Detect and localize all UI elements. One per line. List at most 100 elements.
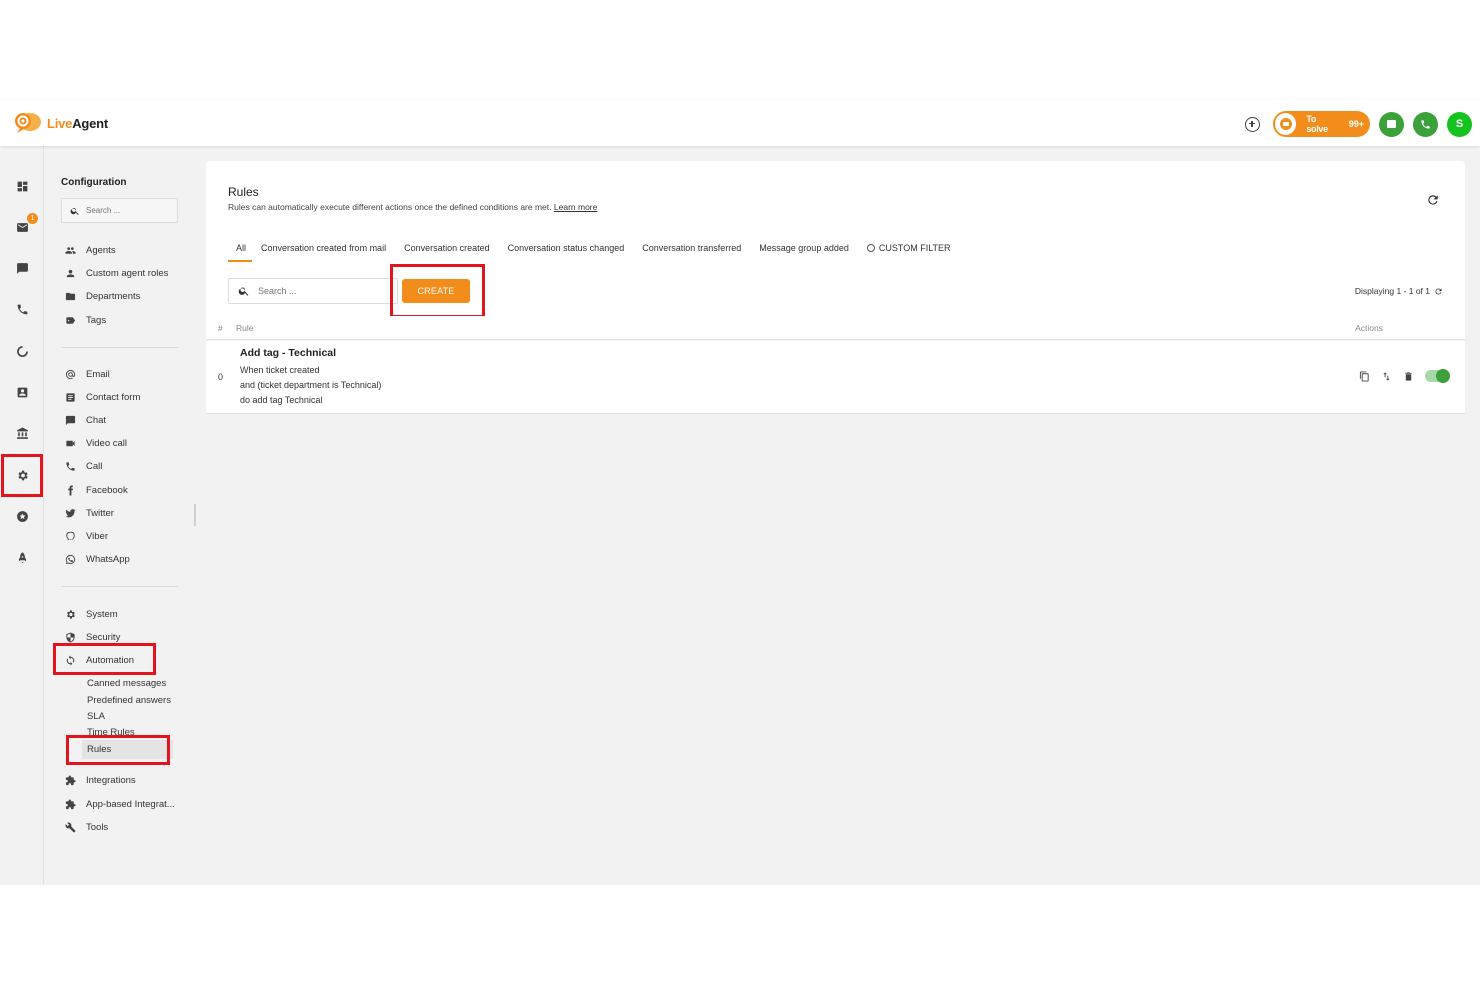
nav-agents[interactable]: Agents bbox=[65, 242, 116, 258]
logo-icon bbox=[14, 112, 42, 134]
activity-nav[interactable] bbox=[0, 331, 44, 371]
panel-scrollbar[interactable] bbox=[194, 504, 196, 526]
tab-conversation-created-from-mail[interactable]: Conversation created from mail bbox=[252, 243, 395, 261]
getting-started-nav[interactable] bbox=[0, 537, 44, 577]
tab-conversation-status-changed[interactable]: Conversation status changed bbox=[499, 243, 634, 261]
knowledgebase-nav[interactable] bbox=[0, 413, 44, 453]
nav-viber[interactable]: Viber bbox=[65, 528, 108, 544]
activity-circle-icon bbox=[16, 345, 28, 357]
nav-chat-label: Chat bbox=[86, 414, 107, 426]
to-solve-count: 99+ bbox=[1348, 119, 1364, 129]
nav-facebook[interactable]: Facebook bbox=[65, 482, 128, 498]
rules-search-input[interactable] bbox=[258, 286, 378, 296]
rules-search-box[interactable] bbox=[228, 278, 398, 304]
twitter-icon bbox=[65, 508, 76, 517]
displaying-text: Displaying 1 - 1 of 1 bbox=[1354, 286, 1430, 296]
pagination-info: Displaying 1 - 1 of 1 bbox=[1355, 286, 1443, 296]
user-avatar[interactable]: S bbox=[1447, 111, 1472, 137]
nav-system[interactable]: System bbox=[65, 606, 118, 622]
description-text: Rules can automatically execute differen… bbox=[228, 202, 552, 212]
reorder-icon[interactable] bbox=[1381, 371, 1392, 382]
trash-icon[interactable] bbox=[1403, 371, 1414, 382]
search-icon bbox=[70, 207, 79, 215]
config-search-input[interactable] bbox=[86, 206, 166, 215]
table-row[interactable]: 0 Add tag - Technical When ticket create… bbox=[206, 341, 1465, 414]
gear-icon bbox=[67, 609, 75, 619]
bank-icon bbox=[16, 427, 28, 439]
tickets-nav[interactable]: 1 bbox=[0, 207, 44, 247]
dashboard-nav[interactable] bbox=[0, 166, 44, 206]
dashboard-icon bbox=[17, 181, 27, 191]
column-rule: Rule bbox=[236, 323, 254, 333]
row-actions bbox=[1359, 369, 1450, 383]
add-circle-icon[interactable] bbox=[1245, 116, 1260, 132]
nav-departments-label: Departments bbox=[86, 290, 141, 302]
nav-custom-agent-roles[interactable]: Custom agent roles bbox=[65, 265, 168, 281]
table-header: # Rule Actions bbox=[206, 316, 1465, 340]
copy-icon[interactable] bbox=[1359, 370, 1370, 382]
tab-message-group-added[interactable]: Message group added bbox=[750, 243, 858, 261]
nav-sla[interactable]: SLA bbox=[87, 709, 105, 723]
learn-more-link[interactable]: Learn more bbox=[554, 202, 597, 212]
call-status-button[interactable] bbox=[1413, 111, 1438, 137]
people-icon bbox=[65, 246, 76, 254]
mail-icon bbox=[1275, 113, 1297, 135]
tab-custom-filter[interactable]: CUSTOM FILTER bbox=[858, 243, 960, 261]
nav-contact-form[interactable]: Contact form bbox=[65, 389, 140, 405]
config-search-box[interactable] bbox=[61, 198, 178, 223]
rule-title[interactable]: Add tag - Technical bbox=[240, 347, 336, 359]
nav-custom-agent-roles-label: Custom agent roles bbox=[86, 267, 169, 279]
chats-nav[interactable] bbox=[0, 248, 44, 288]
calls-nav[interactable] bbox=[0, 289, 44, 329]
nav-call[interactable]: Call bbox=[65, 458, 102, 474]
add-circle-icon bbox=[866, 244, 875, 252]
rules-header: Rules Rules can automatically execute di… bbox=[206, 161, 1465, 264]
nav-viber-label: Viber bbox=[86, 530, 109, 542]
form-icon bbox=[66, 392, 75, 402]
nav-whatsapp-label: WhatsApp bbox=[86, 553, 130, 565]
nav-chat[interactable]: Chat bbox=[65, 412, 106, 428]
puzzle-icon bbox=[65, 774, 76, 785]
contacts-nav[interactable] bbox=[0, 372, 44, 412]
nav-tools[interactable]: Tools bbox=[65, 819, 108, 835]
chat-icon bbox=[1387, 120, 1396, 128]
tab-conversation-created[interactable]: Conversation created bbox=[395, 243, 499, 261]
nav-integrations[interactable]: Integrations bbox=[65, 772, 136, 788]
to-solve-button[interactable]: To solve 99+ bbox=[1273, 111, 1370, 137]
nav-twitter-label: Twitter bbox=[86, 507, 114, 519]
nav-app-based-integrations[interactable]: App-based Integrat... bbox=[65, 796, 175, 812]
nav-video-call-label: Video call bbox=[86, 437, 128, 449]
rule-condition-line: and (ticket department is Technical) bbox=[240, 380, 382, 390]
highlight-box-create bbox=[390, 264, 485, 318]
refresh-icon[interactable] bbox=[1426, 193, 1440, 207]
chat-status-button[interactable] bbox=[1379, 111, 1404, 137]
nav-canned-messages[interactable]: Canned messages bbox=[87, 676, 166, 690]
rule-filter-tabs: All Conversation created from mail Conve… bbox=[228, 243, 960, 262]
mail-icon bbox=[16, 222, 28, 232]
person-icon bbox=[66, 269, 75, 277]
nav-email[interactable]: Email bbox=[65, 366, 110, 382]
main-nav-rail: 1 bbox=[0, 146, 44, 885]
at-icon bbox=[65, 369, 76, 379]
nav-tags[interactable]: Tags bbox=[65, 312, 106, 328]
rules-card: Rules Rules can automatically execute di… bbox=[206, 161, 1465, 870]
highlight-box-automation bbox=[53, 643, 156, 675]
column-number: # bbox=[218, 323, 223, 333]
nav-departments[interactable]: Departments bbox=[65, 288, 140, 304]
liveagent-logo[interactable]: LiveAgent bbox=[14, 112, 108, 134]
separator bbox=[61, 586, 178, 587]
wrench-icon bbox=[65, 822, 76, 833]
tab-conversation-transferred[interactable]: Conversation transferred bbox=[633, 243, 750, 261]
refresh-icon[interactable] bbox=[1434, 287, 1443, 296]
phone-icon bbox=[17, 304, 27, 314]
reports-nav[interactable] bbox=[0, 496, 44, 536]
chat-icon bbox=[16, 262, 28, 274]
nav-twitter[interactable]: Twitter bbox=[65, 505, 114, 521]
nav-video-call[interactable]: Video call bbox=[65, 435, 127, 451]
tab-all[interactable]: All bbox=[228, 243, 253, 262]
nav-predefined-answers[interactable]: Predefined answers bbox=[87, 693, 171, 707]
nav-whatsapp[interactable]: WhatsApp bbox=[65, 551, 130, 567]
rocket-icon bbox=[18, 551, 26, 563]
viber-icon bbox=[66, 531, 75, 541]
rule-enabled-toggle[interactable] bbox=[1425, 369, 1450, 383]
